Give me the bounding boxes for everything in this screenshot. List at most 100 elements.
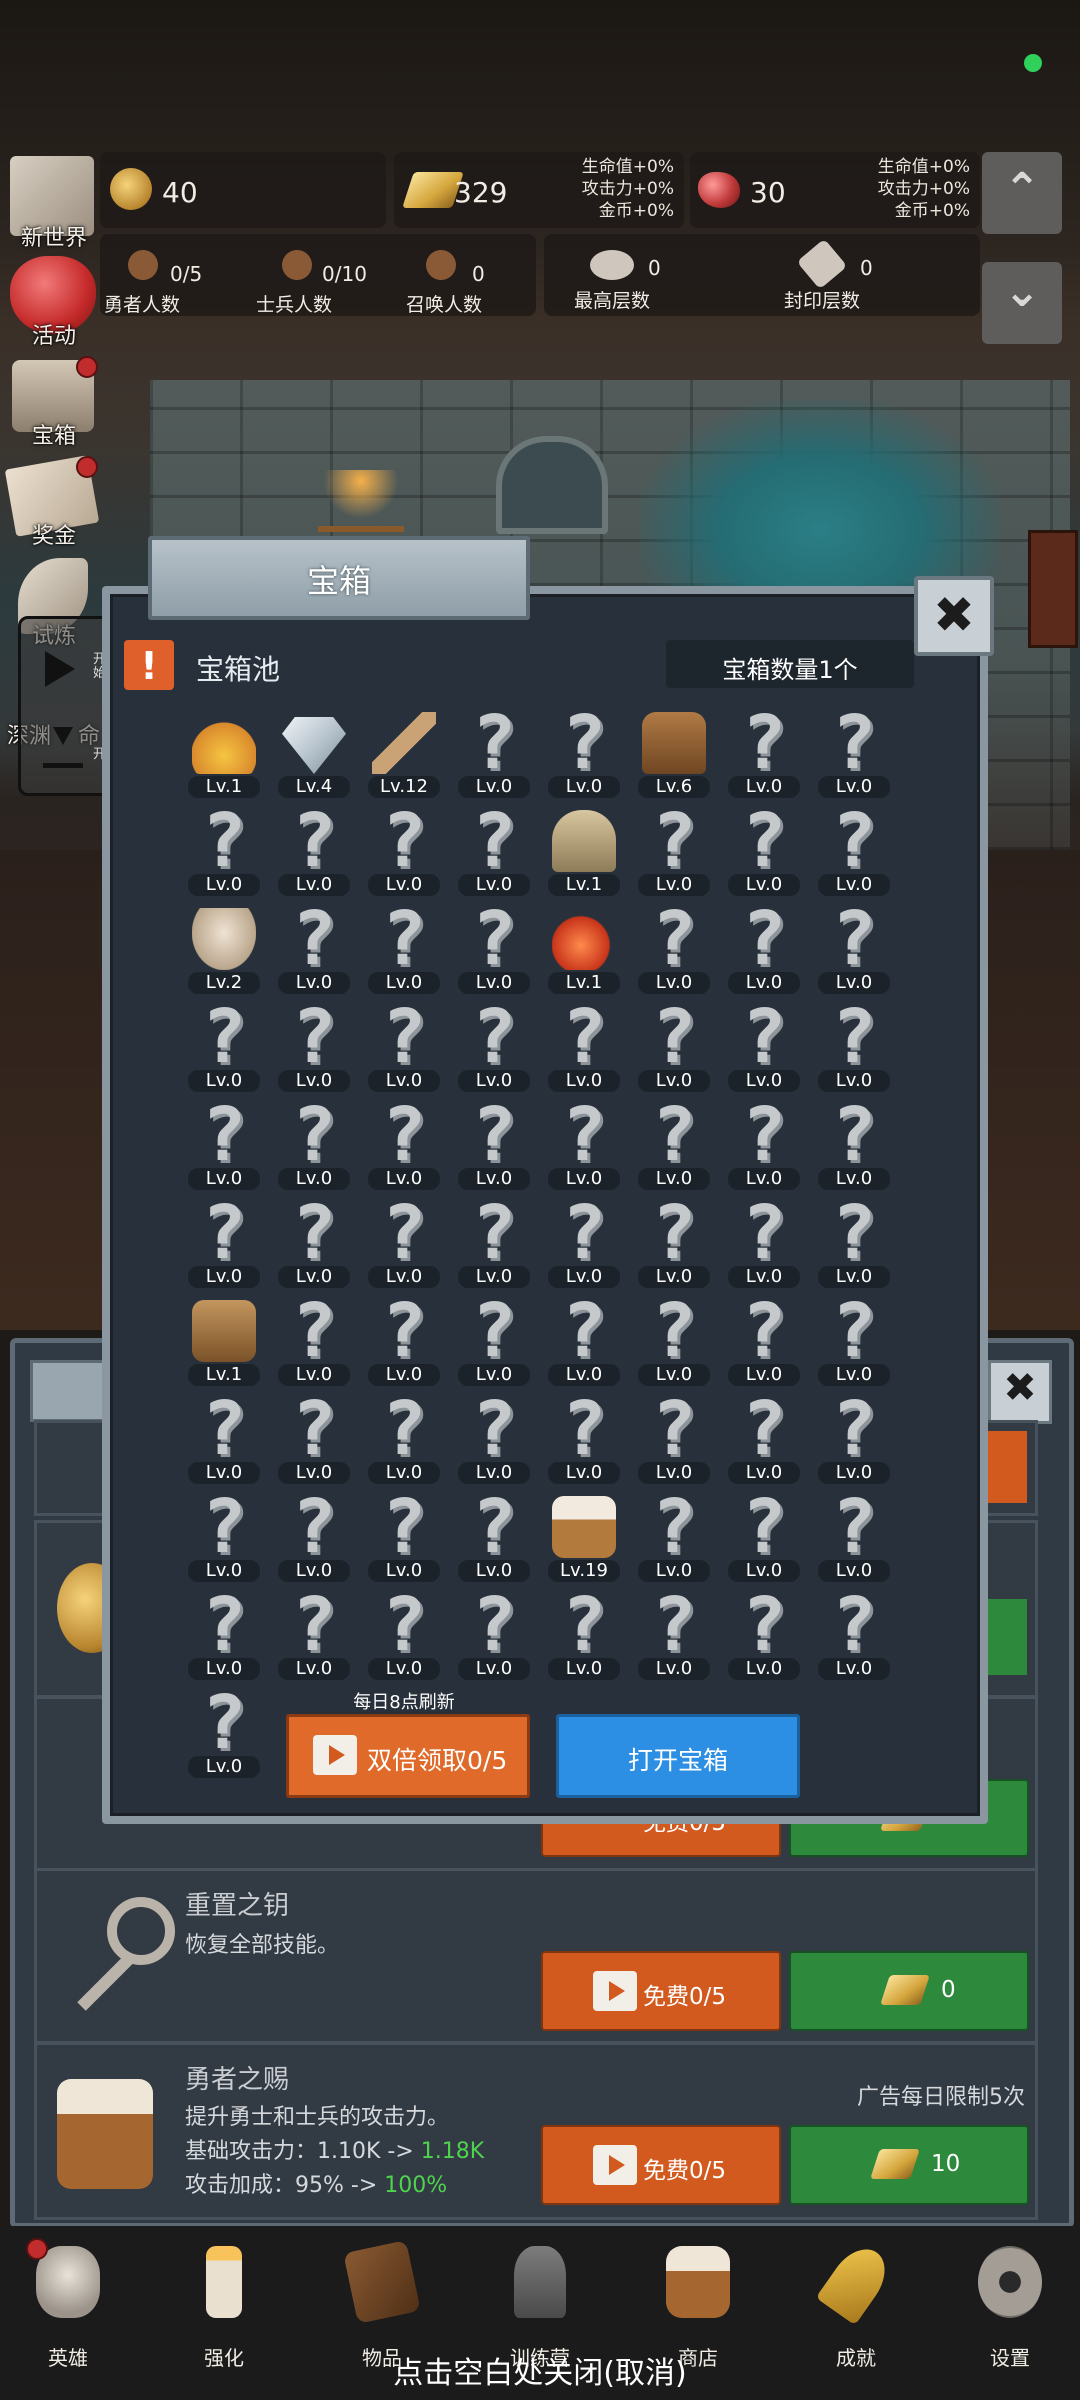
chest-slot[interactable]: ? Lv.0: [274, 896, 354, 1000]
chest-slot[interactable]: ? Lv.0: [364, 1484, 444, 1588]
chest-slot[interactable]: Lv.1: [184, 1294, 264, 1392]
side-item-bonus[interactable]: 奖金: [4, 452, 100, 549]
chest-slot[interactable]: Lv.2: [184, 902, 264, 1000]
chest-slot[interactable]: ? Lv.0: [274, 1582, 354, 1686]
chest-slot[interactable]: ? Lv.0: [184, 1582, 264, 1686]
unknown-item-icon: ?: [471, 798, 517, 884]
chest-slot[interactable]: ? Lv.0: [634, 1190, 714, 1294]
chest-slot[interactable]: ? Lv.0: [454, 1582, 534, 1686]
chest-slot[interactable]: ? Lv.0: [814, 1190, 894, 1294]
chest-slot[interactable]: ? Lv.0: [364, 1288, 444, 1392]
chest-slot[interactable]: Lv.1: [544, 902, 624, 1000]
buy-button[interactable]: 10: [789, 2125, 1029, 2205]
chest-slot[interactable]: ? Lv.0: [184, 1484, 264, 1588]
chest-slot[interactable]: ? Lv.0: [814, 896, 894, 1000]
chest-slot[interactable]: ? Lv.0: [364, 798, 444, 902]
chest-slot[interactable]: ? Lv.0: [274, 1484, 354, 1588]
chest-slot[interactable]: ? Lv.0: [274, 994, 354, 1098]
chest-slot[interactable]: ? Lv.0: [634, 896, 714, 1000]
chest-slot[interactable]: ? Lv.0: [724, 1386, 804, 1490]
slot-level: Lv.0: [728, 972, 800, 994]
chest-slot[interactable]: ? Lv.0: [724, 700, 804, 804]
chest-slot[interactable]: ? Lv.0: [724, 1092, 804, 1196]
chest-slot[interactable]: ? Lv.0: [454, 994, 534, 1098]
scroll-down-button[interactable]: ⌄: [982, 262, 1062, 344]
chest-slot[interactable]: ? Lv.0: [634, 994, 714, 1098]
chest-slot[interactable]: ? Lv.0: [724, 1288, 804, 1392]
chest-slot[interactable]: ? Lv.0: [814, 798, 894, 902]
chest-slot[interactable]: ? Lv.0: [184, 994, 264, 1098]
chest-slot[interactable]: Lv.12: [364, 706, 444, 804]
chest-slot[interactable]: ? Lv.0: [364, 1386, 444, 1490]
side-item-new-world[interactable]: 新世界: [4, 150, 100, 251]
chest-slot[interactable]: ? Lv.0: [544, 1092, 624, 1196]
chest-slot[interactable]: ? Lv.0: [274, 798, 354, 902]
chest-slot[interactable]: ? Lv.0: [454, 1092, 534, 1196]
chest-slot[interactable]: ? Lv.0: [544, 1288, 624, 1392]
chest-slot[interactable]: ? Lv.0: [184, 1680, 264, 1784]
upgrade-panel-close[interactable]: ✖: [988, 1360, 1052, 1424]
chest-slot[interactable]: ? Lv.0: [724, 798, 804, 902]
chest-slot[interactable]: ? Lv.0: [184, 1386, 264, 1490]
chest-slot[interactable]: ? Lv.0: [274, 1386, 354, 1490]
chest-slot[interactable]: Lv.1: [544, 804, 624, 902]
chest-slot[interactable]: ? Lv.0: [274, 1288, 354, 1392]
chest-slot[interactable]: ? Lv.0: [634, 1386, 714, 1490]
chest-slot[interactable]: ? Lv.0: [634, 1092, 714, 1196]
chest-slot[interactable]: ? Lv.0: [454, 1190, 534, 1294]
chest-slot[interactable]: ? Lv.0: [454, 700, 534, 804]
buy-button[interactable]: 0: [789, 1951, 1029, 2031]
chest-slot[interactable]: ? Lv.0: [184, 798, 264, 902]
chest-slot[interactable]: ? Lv.0: [814, 1386, 894, 1490]
chest-slot[interactable]: ? Lv.0: [544, 994, 624, 1098]
chest-slot[interactable]: ? Lv.0: [724, 1484, 804, 1588]
side-item-activity[interactable]: 活动: [4, 252, 100, 349]
chest-slot[interactable]: ? Lv.0: [274, 1190, 354, 1294]
chest-slot[interactable]: ? Lv.0: [724, 1190, 804, 1294]
side-item-chest[interactable]: 宝箱: [4, 352, 100, 449]
double-claim-button[interactable]: 双倍领取0/5: [286, 1714, 530, 1798]
chest-slot[interactable]: ? Lv.0: [814, 700, 894, 804]
chest-slot[interactable]: ? Lv.0: [634, 1288, 714, 1392]
chest-slot[interactable]: ? Lv.0: [454, 1386, 534, 1490]
dialog-close-button[interactable]: ✖: [914, 576, 994, 656]
chest-slot[interactable]: ? Lv.0: [724, 1582, 804, 1686]
free-button[interactable]: 免费0/5: [541, 1951, 781, 2031]
chest-slot[interactable]: ? Lv.0: [544, 1582, 624, 1686]
chest-slot[interactable]: ? Lv.0: [544, 1386, 624, 1490]
scroll-up-button[interactable]: ⌃: [982, 152, 1062, 234]
chest-slot[interactable]: ? Lv.0: [364, 1190, 444, 1294]
chest-slot[interactable]: ? Lv.0: [634, 798, 714, 902]
chest-slot[interactable]: ? Lv.0: [814, 1484, 894, 1588]
chest-slot[interactable]: ? Lv.0: [724, 994, 804, 1098]
chest-slot[interactable]: ? Lv.0: [814, 1092, 894, 1196]
chest-slot[interactable]: ? Lv.0: [724, 896, 804, 1000]
chest-slot[interactable]: ? Lv.0: [814, 994, 894, 1098]
chest-slot[interactable]: ? Lv.0: [454, 1288, 534, 1392]
unknown-item-icon: ?: [201, 1386, 247, 1472]
chest-slot[interactable]: ? Lv.0: [364, 1092, 444, 1196]
chest-slot[interactable]: ? Lv.0: [454, 896, 534, 1000]
chest-slot[interactable]: ? Lv.0: [364, 896, 444, 1000]
chest-slot[interactable]: ? Lv.0: [454, 798, 534, 902]
chest-slot[interactable]: ? Lv.0: [274, 1092, 354, 1196]
chest-slot[interactable]: Lv.1: [184, 706, 264, 804]
free-button[interactable]: 免费0/5: [541, 2125, 781, 2205]
chest-slot[interactable]: ? Lv.0: [544, 1190, 624, 1294]
chest-slot[interactable]: ? Lv.0: [814, 1288, 894, 1392]
chest-slot[interactable]: ? Lv.0: [184, 1092, 264, 1196]
summon-count-label: 召唤人数: [406, 294, 483, 316]
chest-slot[interactable]: Lv.19: [544, 1490, 624, 1588]
chest-slot[interactable]: ? Lv.0: [814, 1582, 894, 1686]
chest-slot[interactable]: Lv.4: [274, 706, 354, 804]
open-chest-button[interactable]: 打开宝箱: [556, 1714, 800, 1798]
chest-slot[interactable]: ? Lv.0: [454, 1484, 534, 1588]
chest-slot[interactable]: Lv.6: [634, 706, 714, 804]
chest-slot[interactable]: ? Lv.0: [364, 1582, 444, 1686]
chest-slot[interactable]: ? Lv.0: [544, 700, 624, 804]
chest-slot[interactable]: ? Lv.0: [184, 1190, 264, 1294]
chest-slot[interactable]: ? Lv.0: [634, 1484, 714, 1588]
close-hint[interactable]: 点击空白处关闭(取消): [0, 2348, 1080, 2392]
chest-slot[interactable]: ? Lv.0: [364, 994, 444, 1098]
chest-slot[interactable]: ? Lv.0: [634, 1582, 714, 1686]
